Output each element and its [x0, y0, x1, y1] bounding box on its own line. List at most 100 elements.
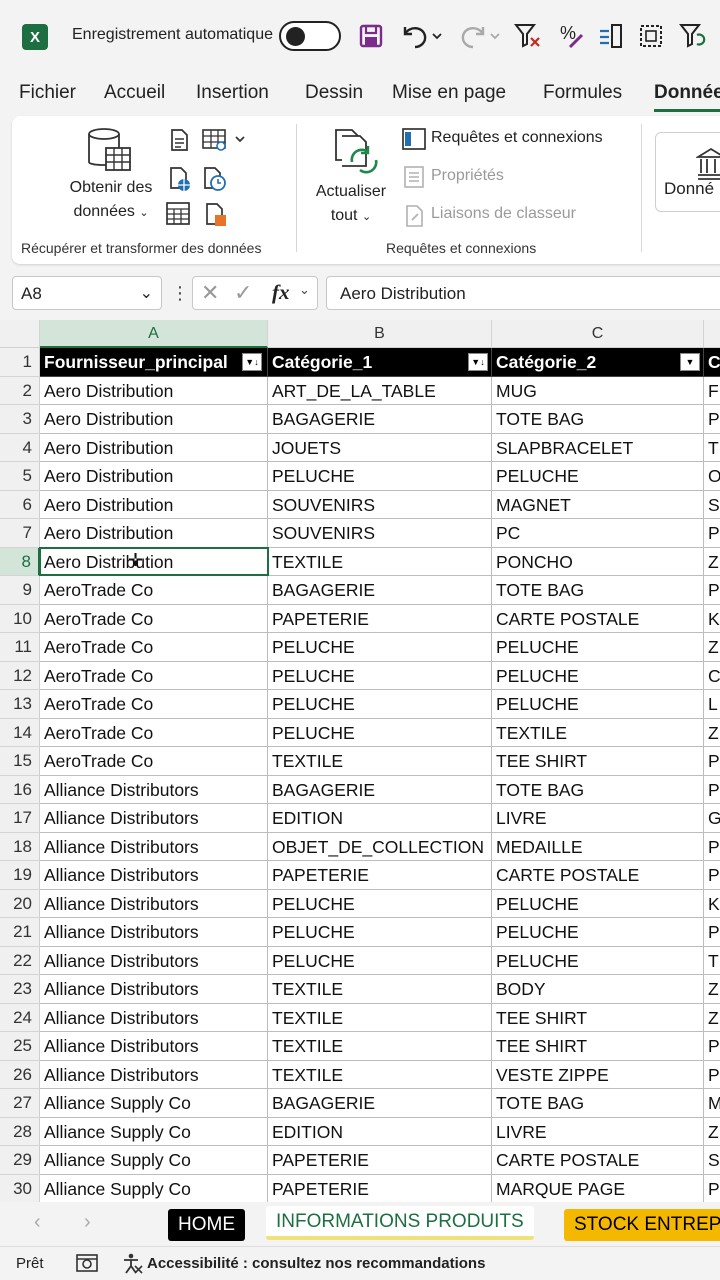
row-header[interactable]: 18 — [0, 832, 40, 861]
macro-record-icon[interactable] — [76, 1253, 98, 1277]
cell-categorie-2[interactable]: TOTE BAG — [492, 576, 704, 605]
cell-categorie-1[interactable]: TEXTILE — [268, 975, 492, 1004]
cell-categorie-2[interactable]: MUG — [492, 376, 704, 405]
cell-categorie-1[interactable]: SOUVENIRS — [268, 490, 492, 519]
cell-categorie-1[interactable]: PELUCHE — [268, 918, 492, 947]
cell-d[interactable]: T — [704, 434, 720, 462]
row-header[interactable]: 17 — [0, 804, 40, 833]
cell-categorie-2[interactable]: PELUCHE — [492, 918, 704, 947]
enter-check-icon[interactable]: ✓ — [234, 280, 252, 306]
row-header[interactable]: 2 — [0, 376, 40, 405]
tab-formules[interactable]: Formules — [543, 82, 622, 104]
column-header-b[interactable]: B — [268, 320, 492, 348]
cell-categorie-1[interactable]: PELUCHE — [268, 946, 492, 975]
next-sheet-icon[interactable]: › — [84, 1211, 91, 1234]
cell-fournisseur[interactable]: Alliance Distributors — [40, 1060, 268, 1089]
text-to-columns-icon[interactable] — [596, 20, 626, 52]
formula-input[interactable]: Aero Distribution — [326, 276, 720, 310]
undo-icon[interactable] — [398, 20, 444, 52]
cell-fournisseur[interactable]: Alliance Distributors — [40, 861, 268, 890]
cell-fournisseur[interactable]: AeroTrade Co — [40, 661, 268, 690]
cell-fournisseur[interactable]: AeroTrade Co — [40, 633, 268, 662]
cell-fournisseur[interactable]: AeroTrade Co — [40, 576, 268, 605]
cell-categorie-1[interactable]: PAPETERIE — [268, 861, 492, 890]
row-header[interactable]: 10 — [0, 604, 40, 633]
cell-d[interactable]: P — [704, 1175, 720, 1203]
cell-d[interactable]: L — [704, 690, 720, 719]
cell-d[interactable]: K — [704, 605, 720, 633]
cell-categorie-2[interactable]: PELUCHE — [492, 946, 704, 975]
cell-fournisseur[interactable]: Alliance Distributors — [40, 918, 268, 947]
accessibility-status[interactable]: Accessibilité : consultez nos recommanda… — [147, 1255, 485, 1272]
cell-d[interactable]: P — [704, 405, 720, 434]
header-cell-d[interactable]: C — [704, 348, 720, 377]
chevron-down-icon[interactable]: ⌄ — [140, 283, 153, 303]
sheet-tab-stock-entrepot[interactable]: STOCK ENTREPO — [564, 1209, 720, 1241]
cell-fournisseur[interactable]: Alliance Distributors — [40, 804, 268, 833]
cell-categorie-1[interactable]: EDITION — [268, 804, 492, 833]
cell-fournisseur[interactable]: AeroTrade Co — [40, 604, 268, 633]
row-header[interactable]: 16 — [0, 775, 40, 804]
row-header[interactable]: 27 — [0, 1089, 40, 1118]
row-header[interactable]: 11 — [0, 633, 40, 662]
cell-categorie-2[interactable]: PELUCHE — [492, 661, 704, 690]
row-header[interactable]: 21 — [0, 918, 40, 947]
row-header[interactable]: 15 — [0, 747, 40, 776]
row-header[interactable]: 22 — [0, 946, 40, 975]
cell-d[interactable]: P — [704, 833, 720, 861]
get-data-button[interactable]: Obtenir des données ⌄ — [56, 176, 166, 225]
cell-d[interactable]: Z — [704, 719, 720, 747]
cell-categorie-1[interactable]: TEXTILE — [268, 547, 492, 576]
column-header-d[interactable] — [704, 320, 720, 348]
tab-mise-en-page[interactable]: Mise en page — [392, 82, 506, 104]
cell-categorie-1[interactable]: TEXTILE — [268, 747, 492, 776]
cell-d[interactable]: P — [704, 1032, 720, 1061]
filter-sort-icon[interactable]: ▼↓ — [242, 353, 262, 371]
cell-categorie-2[interactable]: TEXTILE — [492, 718, 704, 747]
cell-categorie-1[interactable]: BAGAGERIE — [268, 405, 492, 434]
cell-fournisseur[interactable]: Alliance Distributors — [40, 975, 268, 1004]
cell-categorie-1[interactable]: PELUCHE — [268, 718, 492, 747]
name-box[interactable]: A8 ⌄ — [12, 276, 162, 310]
autosave-toggle[interactable] — [279, 21, 341, 51]
cell-fournisseur[interactable]: Alliance Distributors — [40, 889, 268, 918]
cell-d[interactable]: Z — [704, 548, 720, 576]
from-web-icon[interactable] — [168, 166, 192, 197]
cell-categorie-2[interactable]: PONCHO — [492, 547, 704, 576]
row-header[interactable]: 12 — [0, 661, 40, 690]
cell-categorie-2[interactable]: CARTE POSTALE — [492, 1146, 704, 1175]
cell-categorie-2[interactable]: TEE SHIRT — [492, 747, 704, 776]
from-text-icon[interactable] — [168, 128, 190, 157]
cell-categorie-2[interactable]: BODY — [492, 975, 704, 1004]
clear-filter-icon[interactable] — [512, 20, 544, 52]
cell-fournisseur[interactable]: AeroTrade Co — [40, 690, 268, 719]
cell-categorie-1[interactable]: TEXTILE — [268, 1060, 492, 1089]
cell-d[interactable]: P — [704, 747, 720, 776]
header-cell-categorie-2[interactable]: Catégorie_2 ▼ — [492, 348, 704, 377]
row-header[interactable]: 20 — [0, 889, 40, 918]
cancel-icon[interactable]: ✕ — [201, 280, 219, 306]
cell-d[interactable]: C — [704, 662, 720, 690]
row-header[interactable]: 26 — [0, 1060, 40, 1089]
cell-categorie-1[interactable]: JOUETS — [268, 433, 492, 462]
cell-d[interactable]: Z — [704, 1004, 720, 1032]
cell-d[interactable]: S — [704, 491, 720, 519]
cell-fournisseur[interactable]: AeroTrade Co — [40, 747, 268, 776]
row-header[interactable]: 19 — [0, 861, 40, 890]
cell-categorie-2[interactable]: MARQUE PAGE — [492, 1174, 704, 1202]
queries-connections-button[interactable]: Requêtes et connexions — [431, 129, 603, 147]
cell-categorie-1[interactable]: PAPETERIE — [268, 604, 492, 633]
cell-d[interactable]: P — [704, 1061, 720, 1089]
row-header[interactable]: 9 — [0, 576, 40, 605]
row-header[interactable]: 6 — [0, 490, 40, 519]
row-header[interactable]: 30 — [0, 1174, 40, 1202]
cell-fournisseur[interactable]: Aero Distribution — [40, 405, 268, 434]
cell-fournisseur[interactable]: Alliance Supply Co — [40, 1089, 268, 1118]
row-header[interactable]: 13 — [0, 690, 40, 719]
cell-categorie-2[interactable]: TOTE BAG — [492, 775, 704, 804]
cell-categorie-1[interactable]: PELUCHE — [268, 661, 492, 690]
from-table-icon[interactable] — [166, 202, 190, 231]
cell-categorie-2[interactable]: PC — [492, 519, 704, 548]
column-header-a[interactable]: A — [40, 320, 268, 348]
cell-categorie-1[interactable]: PELUCHE — [268, 889, 492, 918]
